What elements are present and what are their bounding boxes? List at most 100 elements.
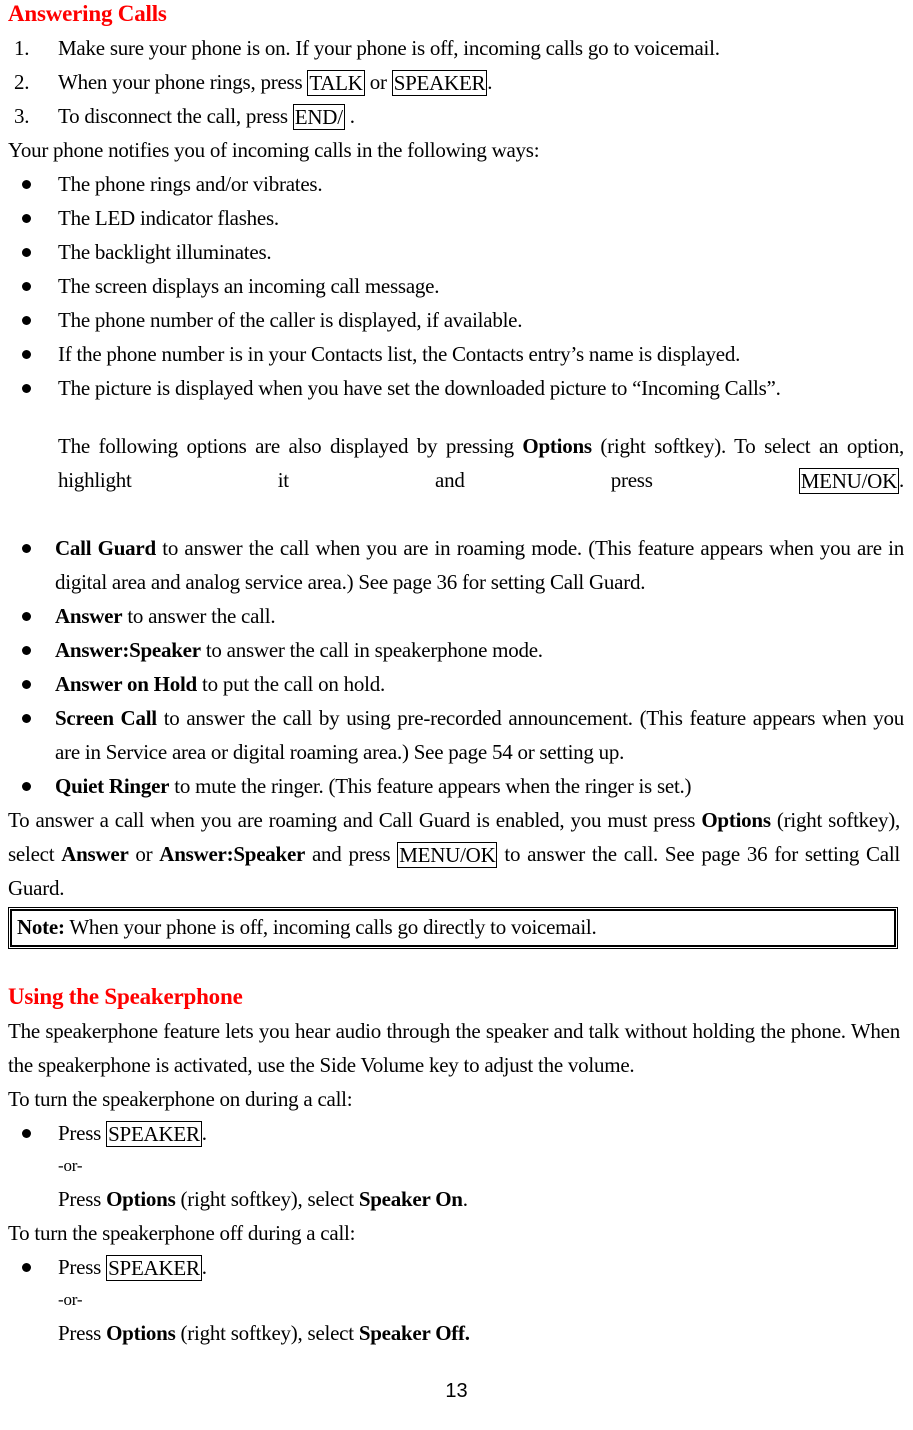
press-label-post: .	[201, 1121, 207, 1145]
press-label: Press	[58, 1187, 107, 1211]
option-description: to answer the call by using pre-recorded…	[55, 706, 904, 764]
bullet-icon	[22, 384, 31, 393]
speaker-off-option-label: Speaker Off.	[358, 1321, 470, 1345]
option-name: Answer on Hold	[55, 672, 197, 696]
list-item: The backlight illuminates.	[8, 235, 904, 269]
step-number: 2.	[14, 70, 30, 94]
key-speaker[interactable]: SPEAKER	[106, 1121, 202, 1147]
list-item: Screen Call to answer the call by using …	[8, 701, 904, 769]
options-softkey-label: Options	[106, 1321, 176, 1345]
step-text-pre: To disconnect the call, press	[58, 104, 293, 128]
step-text-mid: or	[364, 70, 392, 94]
option-name: Quiet Ringer	[55, 774, 170, 798]
option-description: to put the call on hold.	[196, 672, 385, 696]
roaming-part3: or	[128, 842, 160, 866]
option-description: to mute the ringer. (This feature appear…	[169, 774, 692, 798]
key-end[interactable]: END/	[292, 104, 345, 130]
call-options-list: Call Guard to answer the call when you a…	[8, 531, 904, 803]
page-number: 13	[445, 1380, 468, 1402]
step-text: Make sure your phone is on. If your phon…	[58, 36, 720, 60]
answer-speaker-option-label: Answer:Speaker	[159, 842, 306, 866]
note-text: When your phone is off, incoming calls g…	[64, 915, 597, 939]
page-content: Answering Calls 1. Make sure your phone …	[8, 0, 904, 1350]
bullet-icon	[22, 612, 31, 621]
bullet-icon	[22, 782, 31, 791]
list-item: If the phone number is in your Contacts …	[8, 337, 904, 371]
list-item: The phone rings and/or vibrates.	[8, 167, 904, 201]
turn-off-list: Press SPEAKER.	[8, 1250, 904, 1284]
list-item: The phone number of the caller is displa…	[8, 303, 904, 337]
options-intro-part3: .	[899, 468, 904, 492]
key-menu-ok[interactable]: MENU/OK	[397, 842, 498, 868]
bullet-icon	[22, 180, 31, 189]
options-softkey-label: Options	[701, 808, 771, 832]
step-text-pre: When your phone rings, press	[58, 70, 308, 94]
answering-steps-list: 1. Make sure your phone is on. If your p…	[8, 31, 904, 133]
list-item: Answer on Hold to put the call on hold.	[8, 667, 904, 701]
option-name: Call Guard	[55, 536, 156, 560]
bullet-icon	[22, 680, 31, 689]
numbered-step: 1. Make sure your phone is on. If your p…	[8, 31, 904, 65]
document-page: Answering Calls 1. Make sure your phone …	[0, 0, 913, 1430]
bullet-icon	[22, 282, 31, 291]
key-speaker[interactable]: SPEAKER	[391, 70, 488, 96]
softkey-note: (right softkey), select	[175, 1187, 359, 1211]
press-label: Press	[58, 1321, 107, 1345]
options-intro-part1: The following options are also displayed…	[58, 434, 523, 458]
bullet-icon	[22, 1129, 31, 1138]
turn-off-alternative: Press Options (right softkey), select Sp…	[8, 1316, 904, 1350]
turn-on-list: Press SPEAKER.	[8, 1116, 904, 1150]
period: .	[462, 1187, 468, 1211]
bullet-icon	[22, 214, 31, 223]
note-label: Note:	[17, 915, 65, 939]
list-item: Press SPEAKER.	[8, 1116, 904, 1150]
list-item: Press SPEAKER.	[8, 1250, 904, 1284]
numbered-step: 3. To disconnect the call, press END/ .	[8, 99, 904, 133]
or-separator-off: -or-	[58, 1290, 83, 1309]
bullet-icon	[22, 1263, 31, 1272]
step-number: 3.	[14, 104, 30, 128]
or-separator-on: -or-	[58, 1156, 83, 1175]
key-speaker[interactable]: SPEAKER	[106, 1255, 202, 1281]
turn-on-lead-text: To turn the speakerphone on during a cal…	[8, 1087, 353, 1111]
list-item: The LED indicator flashes.	[8, 201, 904, 235]
list-item-label: The picture is displayed when you have s…	[58, 376, 781, 400]
notify-bullets-list: The phone rings and/or vibrates. The LED…	[8, 167, 904, 405]
step-text-post: .	[487, 70, 493, 94]
roaming-answer-paragraph: To answer a call when you are roaming an…	[8, 803, 900, 905]
numbered-step: 2. When your phone rings, press TALK or …	[8, 65, 904, 99]
list-item-label: The phone number of the caller is displa…	[58, 308, 523, 332]
roaming-part1: To answer a call when you are roaming an…	[8, 808, 702, 832]
softkey-note: (right softkey), select	[175, 1321, 359, 1345]
list-item-label: The backlight illuminates.	[58, 240, 272, 264]
bullet-icon	[22, 646, 31, 655]
option-description: to answer the call.	[122, 604, 276, 628]
option-name: Screen Call	[55, 706, 157, 730]
step-text-post: .	[344, 104, 355, 128]
options-softkey-label: Options	[106, 1187, 176, 1211]
press-label: Press	[58, 1255, 107, 1279]
turn-on-alternative: Press Options (right softkey), select Sp…	[8, 1182, 904, 1216]
option-name: Answer	[55, 604, 123, 628]
list-item-label: If the phone number is in your Contacts …	[58, 342, 741, 366]
options-softkey-label: Options	[522, 434, 592, 458]
option-name: Answer:Speaker	[55, 638, 201, 662]
key-menu-ok[interactable]: MENU/OK	[798, 468, 899, 494]
key-talk[interactable]: TALK	[307, 70, 365, 96]
heading-answering-calls: Answering Calls	[8, 1, 167, 26]
note-box: Note: When your phone is off, incoming c…	[8, 907, 898, 949]
press-label-post: .	[201, 1255, 207, 1279]
list-item: The screen displays an incoming call mes…	[8, 269, 904, 303]
list-item: The picture is displayed when you have s…	[8, 371, 904, 405]
list-item: Answer to answer the call.	[8, 599, 904, 633]
option-description: to answer the call in speakerphone mode.	[200, 638, 543, 662]
options-intro-paragraph: The following options are also displayed…	[8, 429, 904, 531]
roaming-part4: and press	[305, 842, 398, 866]
list-item: Quiet Ringer to mute the ringer. (This f…	[8, 769, 904, 803]
list-item-label: The screen displays an incoming call mes…	[58, 274, 440, 298]
notify-lead-text: Your phone notifies you of incoming call…	[8, 138, 540, 162]
list-item-label: The LED indicator flashes.	[58, 206, 279, 230]
turn-off-lead-text: To turn the speakerphone off during a ca…	[8, 1221, 356, 1245]
